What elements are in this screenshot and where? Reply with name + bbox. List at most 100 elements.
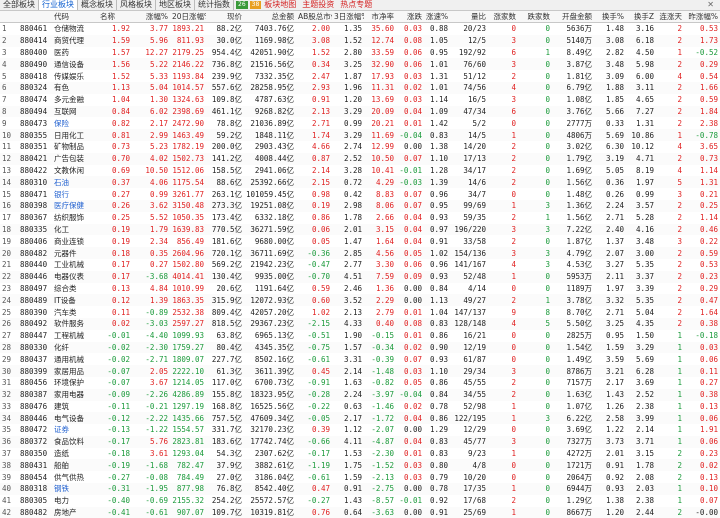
- table-row[interactable]: 33 880476 建筑 -0.11 -0.21 1297.19 168.8亿 16525.5…: [0, 401, 720, 413]
- cell-price: 88.2亿: [216, 24, 242, 34]
- column-header-change-pct[interactable]: 涨幅%: [132, 11, 170, 23]
- table-row[interactable]: 20 880482 元器件 0.18 0.35 2604.96 720.1亿 36711.69…: [0, 247, 720, 259]
- column-header-up-count[interactable]: 涨家数: [488, 11, 518, 23]
- table-row[interactable]: 23 880497 综合类 0.13 4.84 1010.99 20.6亿 1191.64亿 0…: [0, 283, 720, 295]
- table-row[interactable]: 34 880446 电气设备 -0.12 -2.22 1435.66 757.5亿 47609…: [0, 412, 720, 425]
- cell-index: 880471: [20, 189, 48, 199]
- tab-theme-invest[interactable]: 主题投资: [299, 0, 337, 10]
- cell-market-cap: 0.98: [311, 189, 330, 199]
- column-header-price[interactable]: 现价: [206, 11, 244, 23]
- close-icon[interactable]: ✕: [707, 0, 714, 10]
- column-header-turnover[interactable]: 换手%: [594, 11, 626, 23]
- cell-change-pct: -0.08: [145, 472, 168, 482]
- cell-up-days: 4: [677, 165, 682, 175]
- cell-change: 0.06: [403, 47, 422, 57]
- table-row[interactable]: 25 880390 汽车类 0.11 -0.89 2532.38 809.4亿 42057.2…: [0, 306, 720, 318]
- cell-up-count: 4: [488, 317, 518, 330]
- cell-turnover: 3.32: [594, 294, 626, 307]
- cell-down-count: 0: [545, 165, 550, 175]
- table-row[interactable]: 8 880494 互联网 0.84 6.02 2398.69 461.1亿 9268.82亿 2…: [0, 105, 720, 118]
- table-row[interactable]: 12 880421 广告包装 0.70 4.02 1502.73 141.2亿 4008.44…: [0, 152, 720, 165]
- table-row[interactable]: 11 880351 矿物制品 0.73 5.23 1782.19 200.0亿 2903.43…: [0, 141, 720, 153]
- table-row[interactable]: 22 880446 电器仪表 0.17 -3.68 4014.41 130.4亿 9935.0…: [0, 270, 720, 283]
- tab-hot-topics[interactable]: 热点专题: [337, 0, 375, 10]
- table-row[interactable]: 18 880335 化工 0.19 1.79 1639.83 770.5亿 36271.59亿…: [0, 223, 720, 236]
- column-header-change-3d[interactable]: 3日涨幅%: [332, 11, 364, 23]
- tab-industry-boards[interactable]: 行业板块: [39, 0, 78, 10]
- table-row[interactable]: 32 880387 家用电器 -0.09 -2.26 4286.89 155.8亿 18323…: [0, 388, 720, 401]
- column-header-speed[interactable]: 涨速%: [424, 11, 450, 23]
- column-header-change-20d[interactable]: 20日涨幅%: [170, 11, 206, 23]
- table-row[interactable]: 13 880422 文教休闲 0.69 10.50 1512.06 158.5亿 2941.0…: [0, 165, 720, 177]
- table-row[interactable]: 27 880447 工程机械 -0.01 -4.40 1099.93 63.8亿 6965.1…: [0, 330, 720, 342]
- column-header-open-amount[interactable]: 开盘金额: [552, 11, 594, 23]
- column-header-change[interactable]: 涨跌: [396, 11, 424, 23]
- column-header-amount[interactable]: 总金额: [244, 11, 296, 23]
- table-row[interactable]: 10 880355 日用化工 0.81 2.99 1463.49 59.2亿 1848.11亿…: [0, 129, 720, 141]
- table-row[interactable]: 7 880474 多元金融 1.04 1.30 1324.63 109.8亿 4787.63亿…: [0, 94, 720, 106]
- table-row[interactable]: 9 880473 保险 0.82 2.17 2472.90 78.8亿 21036.89亿 2.…: [0, 117, 720, 129]
- table-row[interactable]: 36 880372 食品饮料 -0.17 5.76 2823.81 183.6亿 17742.…: [0, 435, 720, 448]
- table-row[interactable]: 24 880489 IT设备 0.12 1.39 1863.35 315.9亿 12072.9…: [0, 294, 720, 307]
- cell-amount: 101059.45亿: [246, 189, 295, 199]
- table-row[interactable]: 6 880324 有色 1.13 5.04 1014.57 557.6亿 28258.95亿 2…: [0, 81, 720, 94]
- cell-up-days: 2: [656, 317, 684, 330]
- table-row[interactable]: 38 880431 船舶 -0.19 -1.68 782.47 37.9亿 3882.61亿 -…: [0, 459, 720, 472]
- cell-up-count: 1: [511, 401, 516, 411]
- table-row[interactable]: 35 880472 证券 -0.13 -1.22 1554.57 331.7亿 32170.2…: [0, 424, 720, 436]
- cell-up-count: 3: [488, 435, 518, 448]
- cell-open-amount: 1.63亿: [552, 388, 594, 401]
- column-header-prev-change[interactable]: 昨涨幅%: [684, 11, 720, 23]
- cell-market-cap: 0.59: [311, 283, 330, 293]
- table-row[interactable]: 4 880490 通信设备 1.56 5.22 2146.22 736.8亿 21516.56…: [0, 58, 720, 71]
- table-row[interactable]: 16 880398 医疗保健 0.26 3.62 3150.48 273.3亿 19251.0…: [0, 199, 720, 212]
- table-row[interactable]: 37 880350 造纸 -0.18 3.61 1293.04 54.3亿 2307.62亿 -…: [0, 448, 720, 460]
- cell-turnover: 0.95: [605, 331, 624, 341]
- table-row[interactable]: 1 880461 仓储物流 1.92 3.77 1893.21 88.2亿 7403.76亿 2…: [0, 23, 720, 35]
- cell-code: 环境保护: [54, 378, 84, 388]
- table-row[interactable]: 5 880418 传媒娱乐 1.52 5.33 1193.84 239.9亿 7332.35亿…: [0, 70, 720, 82]
- tab-all-boards[interactable]: 全部板块: [0, 0, 39, 10]
- cell-turnover: 0.36: [594, 176, 626, 189]
- table-row[interactable]: 15 880471 银行 0.27 0.99 3261.77 263.1亿 101059.45…: [0, 188, 720, 200]
- cell-amount: 9268.82亿: [244, 105, 296, 118]
- table-row[interactable]: 19 880406 商业连锁 0.19 2.34 856.49 181.6亿 9680.00亿…: [0, 235, 720, 247]
- column-header-market-cap[interactable]: AB股总市值: [296, 11, 332, 23]
- column-header-pb[interactable]: 市净率: [364, 11, 396, 23]
- table-row[interactable]: 42 880482 房地产 -0.41 -0.61 907.07 109.7亿 10319.8…: [0, 506, 720, 518]
- table-row[interactable]: 30 880399 家居用品 -0.07 2.05 2222.10 61.3亿 3611.39…: [0, 365, 720, 377]
- table-row[interactable]: 17 880367 纺织服饰 0.25 5.52 1050.35 173.4亿 6332.18…: [0, 212, 720, 224]
- cell-change-pct: -0.89: [145, 307, 168, 317]
- cell-index: 41: [2, 496, 12, 506]
- table-row[interactable]: 40 880318 钢铁 -0.31 -1.95 877.98 76.8亿 8542.40亿 0…: [0, 483, 720, 495]
- cell-prev-change: 0.46: [684, 223, 720, 236]
- table-row[interactable]: 3 880400 医药 1.57 12.27 2179.25 954.4亿 42051.90亿…: [0, 47, 720, 59]
- column-header-up-days[interactable]: 连涨天: [656, 11, 684, 23]
- tab-concept-boards[interactable]: 概念板块: [78, 0, 117, 10]
- table-row[interactable]: 26 880492 软件服务 0.02 -3.03 2597.27 818.5亿 29367.…: [0, 317, 720, 330]
- table-row[interactable]: 39 880454 供气供热 -0.27 -0.08 784.49 27.0亿 3186.04…: [0, 471, 720, 483]
- column-header-turnover-z[interactable]: 换手Z: [626, 11, 656, 23]
- column-header-down-count[interactable]: 跌家数: [518, 11, 552, 23]
- table-row[interactable]: 29 880437 通用机械 -0.02 -2.71 1809.07 227.7亿 8502.…: [0, 353, 720, 365]
- cell-amount: 3611.39亿: [244, 365, 296, 377]
- cell-amount: 29367.23亿: [244, 317, 296, 330]
- cell-name: 0.17: [111, 260, 130, 270]
- cell-change-20d: 2604.96: [170, 247, 206, 259]
- table-row[interactable]: 21 880440 工业机械 0.17 0.27 1502.80 569.2亿 21942.2…: [0, 259, 720, 271]
- column-header-name[interactable]: 名称: [98, 11, 132, 23]
- table-row[interactable]: 31 880456 环境保护 -0.07 3.67 1214.05 117.0亿 6700.7…: [0, 377, 720, 389]
- column-header-vol-ratio[interactable]: 量比: [450, 11, 488, 23]
- tab-style-boards[interactable]: 风格板块: [117, 0, 156, 10]
- table-row[interactable]: 2 880414 商贸代理 1.59 5.96 811.93 30.0亿 1169.98亿 3.…: [0, 34, 720, 47]
- column-header-code[interactable]: 代码: [52, 11, 98, 23]
- cell-vol-ratio: 14/20: [463, 142, 486, 152]
- table-row[interactable]: 41 880305 电力 -0.40 -0.69 2155.32 254.2亿 25572.5…: [0, 495, 720, 507]
- cell-index: 880330: [18, 341, 52, 354]
- table-row[interactable]: 28 880330 化纤 -0.02 -2.30 1759.27 80.4亿 4345.35亿…: [0, 341, 720, 354]
- tab-stat-index[interactable]: 统计指数: [195, 0, 234, 10]
- tab-region-boards[interactable]: 地区板块: [156, 0, 195, 10]
- tab-board-map[interactable]: 板块地图: [261, 0, 299, 10]
- column-header-index[interactable]: [18, 11, 52, 23]
- table-row[interactable]: 14 880310 石油 0.37 4.06 1175.54 88.6亿 25392.66亿 2…: [0, 176, 720, 189]
